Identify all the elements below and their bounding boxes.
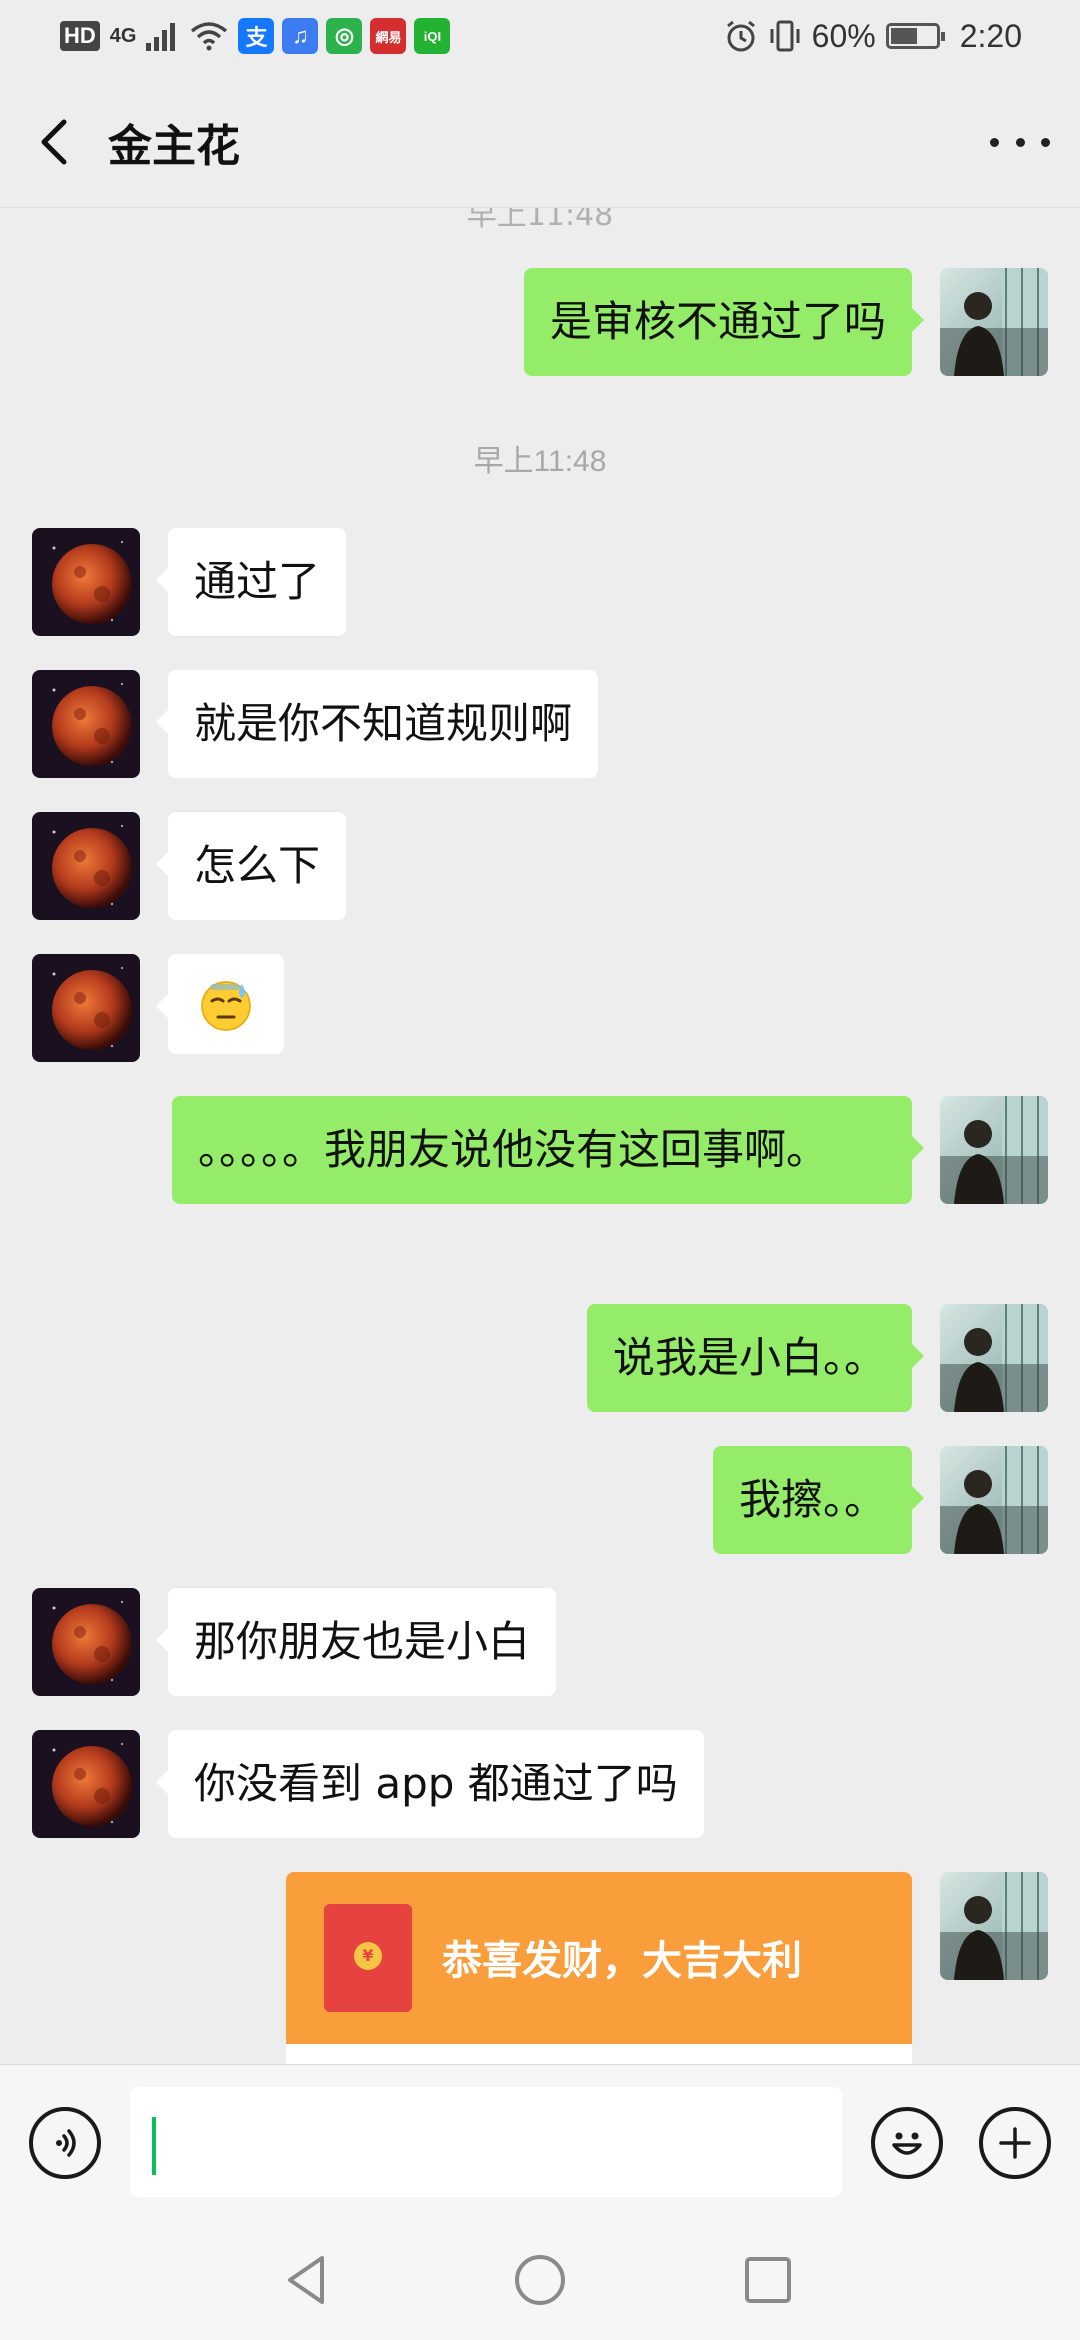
input-bar	[0, 2064, 1080, 2220]
system-navigation-bar	[0, 2220, 1080, 2340]
message-bubble[interactable]: 就是你不知道规则啊	[155, 670, 599, 778]
message-row-other: 通过了	[32, 528, 347, 636]
message-row-self: 我擦。。	[712, 1446, 1048, 1554]
contact-avatar[interactable]	[32, 812, 140, 920]
text-cursor	[152, 2117, 156, 2175]
message-row-self: 是审核不通过了吗	[523, 268, 1048, 376]
timestamp: 早上11:48	[473, 445, 607, 478]
message-bubble[interactable]: 是审核不通过了吗	[523, 268, 925, 376]
back-arrow-icon	[41, 119, 67, 165]
nav-home-icon[interactable]	[508, 2248, 572, 2312]
vibrate-icon	[770, 20, 800, 52]
emoji-icon	[892, 2132, 922, 2155]
red-packet-message[interactable]: ¥ 恭喜发财，大吉大利	[286, 1872, 912, 2064]
contact-avatar[interactable]	[32, 1730, 140, 1838]
contact-avatar[interactable]	[32, 528, 140, 636]
contact-avatar[interactable]	[32, 670, 140, 778]
message-bubble[interactable]: 我擦。。	[712, 1446, 925, 1554]
emoji-button[interactable]	[871, 2107, 943, 2179]
message-bubble[interactable]: 你没看到 app 都通过了吗	[156, 1730, 704, 1838]
message-bubble[interactable]: 说我是小白。。	[586, 1304, 925, 1412]
red-envelope-icon: ¥	[324, 1904, 412, 2012]
message-bubble[interactable]: 。。。。。我朋友说他没有这回事啊。	[172, 1096, 924, 1204]
voice-button[interactable]	[29, 2107, 101, 2179]
hd-indicator: HD	[60, 21, 100, 51]
more-button[interactable]	[990, 112, 1050, 172]
message-row-other	[32, 954, 284, 1062]
message-row-self: ¥ 恭喜发财，大吉大利	[286, 1872, 1048, 2064]
network-indicator: 4G	[109, 24, 137, 47]
message-row-other: 就是你不知道规则啊	[32, 670, 599, 778]
yuan-coin-icon: ¥	[354, 1942, 382, 1970]
self-avatar[interactable]	[940, 1096, 1048, 1204]
back-button[interactable]	[28, 102, 80, 182]
music-icon: ♫	[282, 18, 319, 54]
self-avatar[interactable]	[940, 1446, 1048, 1554]
plus-button[interactable]	[979, 2107, 1051, 2179]
signal-icon	[146, 23, 176, 51]
message-bubble[interactable]: 那你朋友也是小白	[155, 1588, 557, 1696]
red-packet-footer	[286, 2044, 912, 2064]
chat-title[interactable]: 金主花	[108, 110, 240, 174]
self-avatar[interactable]	[940, 1304, 1048, 1412]
status-bar: HD 4G 支 ♫ ◎ 網易 iQI 60% 2:20	[0, 0, 1080, 72]
message-row-other: 那你朋友也是小白	[32, 1588, 557, 1696]
clock: 2:20	[959, 17, 1022, 54]
contact-avatar[interactable]	[32, 1588, 140, 1696]
chat-header: 金主花	[0, 72, 1080, 208]
alipay-icon: 支	[238, 18, 275, 54]
more-dots-icon	[990, 137, 1050, 147]
netease-icon: 網易	[370, 18, 407, 54]
message-bubble[interactable]	[156, 954, 284, 1054]
voice-icon	[56, 2129, 76, 2157]
red-packet-text: 恭喜发财，大吉大利	[442, 1938, 802, 1984]
nav-recents-icon[interactable]	[736, 2248, 800, 2312]
plus-icon	[999, 2127, 1031, 2159]
status-right: 60% 2:20	[724, 18, 1022, 55]
battery-icon	[885, 23, 945, 49]
wifi-icon	[191, 22, 228, 51]
timestamp: 早上11:48	[466, 208, 614, 233]
sweat-face-emoji-icon	[201, 981, 251, 1031]
status-left: HD 4G 支 ♫ ◎ 網易 iQI	[60, 18, 451, 54]
browser-icon: ◎	[326, 18, 363, 54]
message-row-self: 。。。。。我朋友说他没有这回事啊。	[172, 1096, 1048, 1204]
message-bubble[interactable]: 怎么下	[155, 812, 347, 920]
message-bubble[interactable]: 通过了	[155, 528, 347, 636]
message-input[interactable]	[130, 2087, 842, 2197]
battery-percent: 60%	[811, 17, 876, 54]
notification-app-icons: 支 ♫ ◎ 網易 iQI	[238, 18, 451, 54]
message-row-self: 说我是小白。。	[586, 1304, 1048, 1412]
alarm-icon	[726, 20, 755, 52]
contact-avatar[interactable]	[32, 954, 140, 1062]
message-row-other: 你没看到 app 都通过了吗	[32, 1730, 704, 1838]
nav-back-icon[interactable]	[276, 2248, 340, 2312]
chat-message-list[interactable]: 早上11:48 是审核不通过了吗 早上11:48 通过了 就是你不知道规则啊 怎…	[0, 208, 1080, 2064]
self-avatar[interactable]	[940, 1872, 1048, 1980]
message-row-other: 怎么下	[32, 812, 347, 920]
iqiyi-icon: iQI	[414, 18, 451, 54]
self-avatar[interactable]	[940, 268, 1048, 376]
